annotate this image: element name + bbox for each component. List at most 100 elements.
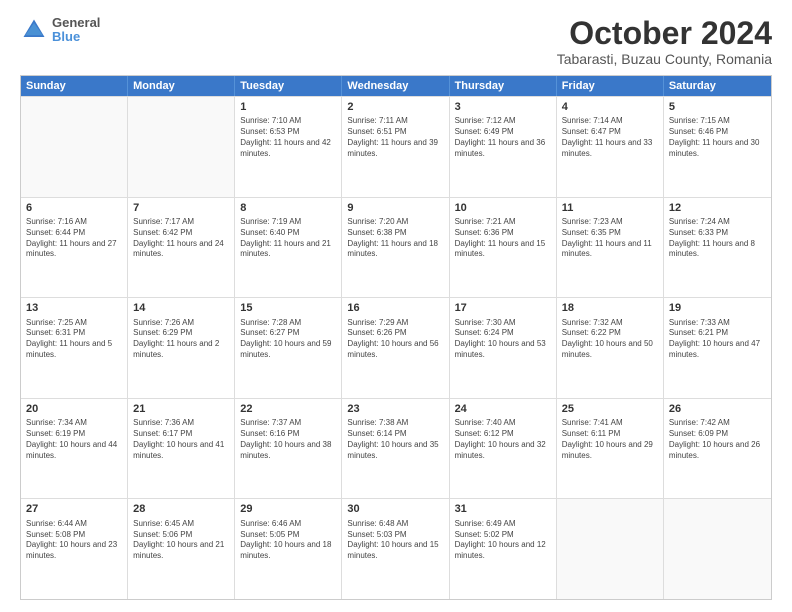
day-number: 23 [347, 402, 443, 416]
logo-line2: Blue [52, 30, 100, 44]
calendar-cell: 29Sunrise: 6:46 AM Sunset: 5:05 PM Dayli… [235, 499, 342, 599]
day-number: 13 [26, 301, 122, 315]
day-number: 26 [669, 402, 766, 416]
calendar-header-day: Saturday [664, 76, 771, 96]
calendar-row: 27 Sunrise: 6:44 AM Sunset: 5:08 PM Dayli… [21, 498, 771, 599]
calendar-cell: 24Sunrise: 7:40 AM Sunset: 6:12 PM Dayli… [450, 399, 557, 499]
calendar-header-day: Friday [557, 76, 664, 96]
cell-info: Sunrise: 7:38 AM Sunset: 6:14 PM Dayligh… [347, 418, 443, 461]
cell-info: Sunrise: 6:45 AM Sunset: 5:06 PM Dayligh… [133, 519, 229, 562]
cell-info: Sunrise: 6:49 AM Sunset: 5:02 PM Dayligh… [455, 519, 551, 562]
calendar-header-day: Thursday [450, 76, 557, 96]
day-number: 30 [347, 502, 443, 516]
calendar-cell: 16 Sunrise: 7:29 AM Sunset: 6:26 PM Dayli… [342, 298, 449, 398]
day-number: 25 [562, 402, 658, 416]
cell-info: Sunrise: 7:36 AM Sunset: 6:17 PM Dayligh… [133, 418, 229, 461]
calendar-cell: 31 Sunrise: 6:49 AM Sunset: 5:02 PM Dayli… [450, 499, 557, 599]
logo-icon [20, 16, 48, 44]
calendar-cell: 12Sunrise: 7:24 AM Sunset: 6:33 PM Dayli… [664, 198, 771, 298]
day-number: 21 [133, 402, 229, 416]
day-number: 5 [669, 100, 766, 114]
day-number: 18 [562, 301, 658, 315]
calendar-cell [664, 499, 771, 599]
calendar-cell: 14 Sunrise: 7:26 AM Sunset: 6:29 PM Dayli… [128, 298, 235, 398]
day-number: 9 [347, 201, 443, 215]
cell-info: Sunrise: 7:10 AM Sunset: 6:53 PM Dayligh… [240, 116, 336, 159]
day-number: 16 [347, 301, 443, 315]
day-number: 24 [455, 402, 551, 416]
calendar-cell: 26 Sunrise: 7:42 AM Sunset: 6:09 PM Dayli… [664, 399, 771, 499]
cell-info: Sunrise: 7:30 AM Sunset: 6:24 PM Dayligh… [455, 318, 551, 361]
day-number: 1 [240, 100, 336, 114]
calendar-cell: 4 Sunrise: 7:14 AM Sunset: 6:47 PM Daylig… [557, 97, 664, 197]
cell-info: Sunrise: 7:37 AM Sunset: 6:16 PM Dayligh… [240, 418, 336, 461]
day-number: 22 [240, 402, 336, 416]
day-number: 15 [240, 301, 336, 315]
calendar-header-day: Wednesday [342, 76, 449, 96]
logo: General Blue [20, 16, 100, 45]
calendar-cell: 21 Sunrise: 7:36 AM Sunset: 6:17 PM Dayli… [128, 399, 235, 499]
calendar-cell: 22 Sunrise: 7:37 AM Sunset: 6:16 PM Dayli… [235, 399, 342, 499]
calendar-cell: 27 Sunrise: 6:44 AM Sunset: 5:08 PM Dayli… [21, 499, 128, 599]
calendar-row: 6Sunrise: 7:16 AM Sunset: 6:44 PM Daylig… [21, 197, 771, 298]
cell-info: Sunrise: 7:32 AM Sunset: 6:22 PM Dayligh… [562, 318, 658, 361]
calendar-cell: 11Sunrise: 7:23 AM Sunset: 6:35 PM Dayli… [557, 198, 664, 298]
cell-info: Sunrise: 7:12 AM Sunset: 6:49 PM Dayligh… [455, 116, 551, 159]
location-subtitle: Tabarasti, Buzau County, Romania [557, 51, 772, 67]
calendar-header-day: Monday [128, 76, 235, 96]
calendar-cell: 8Sunrise: 7:19 AM Sunset: 6:40 PM Daylig… [235, 198, 342, 298]
calendar-row: 1 Sunrise: 7:10 AM Sunset: 6:53 PM Daylig… [21, 96, 771, 197]
calendar-cell: 5 Sunrise: 7:15 AM Sunset: 6:46 PM Daylig… [664, 97, 771, 197]
cell-info: Sunrise: 7:42 AM Sunset: 6:09 PM Dayligh… [669, 418, 766, 461]
calendar-cell: 20 Sunrise: 7:34 AM Sunset: 6:19 PM Dayli… [21, 399, 128, 499]
calendar-cell: 25 Sunrise: 7:41 AM Sunset: 6:11 PM Dayli… [557, 399, 664, 499]
cell-info: Sunrise: 7:21 AM Sunset: 6:36 PM Dayligh… [455, 217, 551, 260]
day-number: 27 [26, 502, 122, 516]
day-number: 20 [26, 402, 122, 416]
calendar-cell: 30 Sunrise: 6:48 AM Sunset: 5:03 PM Dayli… [342, 499, 449, 599]
cell-info: Sunrise: 6:44 AM Sunset: 5:08 PM Dayligh… [26, 519, 122, 562]
day-number: 6 [26, 201, 122, 215]
day-number: 31 [455, 502, 551, 516]
cell-info: Sunrise: 7:24 AM Sunset: 6:33 PM Dayligh… [669, 217, 766, 260]
calendar-cell: 15Sunrise: 7:28 AM Sunset: 6:27 PM Dayli… [235, 298, 342, 398]
cell-info: Sunrise: 7:14 AM Sunset: 6:47 PM Dayligh… [562, 116, 658, 159]
calendar-cell: 10 Sunrise: 7:21 AM Sunset: 6:36 PM Dayli… [450, 198, 557, 298]
cell-info: Sunrise: 7:29 AM Sunset: 6:26 PM Dayligh… [347, 318, 443, 361]
cell-info: Sunrise: 7:15 AM Sunset: 6:46 PM Dayligh… [669, 116, 766, 159]
cell-info: Sunrise: 7:33 AM Sunset: 6:21 PM Dayligh… [669, 318, 766, 361]
cell-info: Sunrise: 6:48 AM Sunset: 5:03 PM Dayligh… [347, 519, 443, 562]
logo-text: General Blue [52, 16, 100, 45]
calendar-cell: 19 Sunrise: 7:33 AM Sunset: 6:21 PM Dayli… [664, 298, 771, 398]
cell-info: Sunrise: 7:41 AM Sunset: 6:11 PM Dayligh… [562, 418, 658, 461]
calendar-row: 13 Sunrise: 7:25 AM Sunset: 6:31 PM Dayli… [21, 297, 771, 398]
cell-info: Sunrise: 7:34 AM Sunset: 6:19 PM Dayligh… [26, 418, 122, 461]
calendar-cell: 6Sunrise: 7:16 AM Sunset: 6:44 PM Daylig… [21, 198, 128, 298]
day-number: 17 [455, 301, 551, 315]
calendar-body: 1 Sunrise: 7:10 AM Sunset: 6:53 PM Daylig… [21, 96, 771, 599]
logo-line1: General [52, 16, 100, 30]
cell-info: Sunrise: 7:26 AM Sunset: 6:29 PM Dayligh… [133, 318, 229, 361]
calendar-cell: 1 Sunrise: 7:10 AM Sunset: 6:53 PM Daylig… [235, 97, 342, 197]
calendar-header-day: Tuesday [235, 76, 342, 96]
day-number: 11 [562, 201, 658, 215]
calendar-cell [557, 499, 664, 599]
calendar-cell [128, 97, 235, 197]
day-number: 4 [562, 100, 658, 114]
calendar-cell: 23 Sunrise: 7:38 AM Sunset: 6:14 PM Dayli… [342, 399, 449, 499]
calendar-header: SundayMondayTuesdayWednesdayThursdayFrid… [21, 76, 771, 96]
calendar-cell: 28Sunrise: 6:45 AM Sunset: 5:06 PM Dayli… [128, 499, 235, 599]
day-number: 19 [669, 301, 766, 315]
calendar-cell [21, 97, 128, 197]
cell-info: Sunrise: 7:25 AM Sunset: 6:31 PM Dayligh… [26, 318, 122, 361]
day-number: 3 [455, 100, 551, 114]
day-number: 2 [347, 100, 443, 114]
calendar-cell: 18 Sunrise: 7:32 AM Sunset: 6:22 PM Dayli… [557, 298, 664, 398]
cell-info: Sunrise: 7:19 AM Sunset: 6:40 PM Dayligh… [240, 217, 336, 260]
month-title: October 2024 [557, 16, 772, 51]
calendar-header-day: Sunday [21, 76, 128, 96]
day-number: 14 [133, 301, 229, 315]
day-number: 10 [455, 201, 551, 215]
cell-info: Sunrise: 7:20 AM Sunset: 6:38 PM Dayligh… [347, 217, 443, 260]
calendar-cell: 2Sunrise: 7:11 AM Sunset: 6:51 PM Daylig… [342, 97, 449, 197]
